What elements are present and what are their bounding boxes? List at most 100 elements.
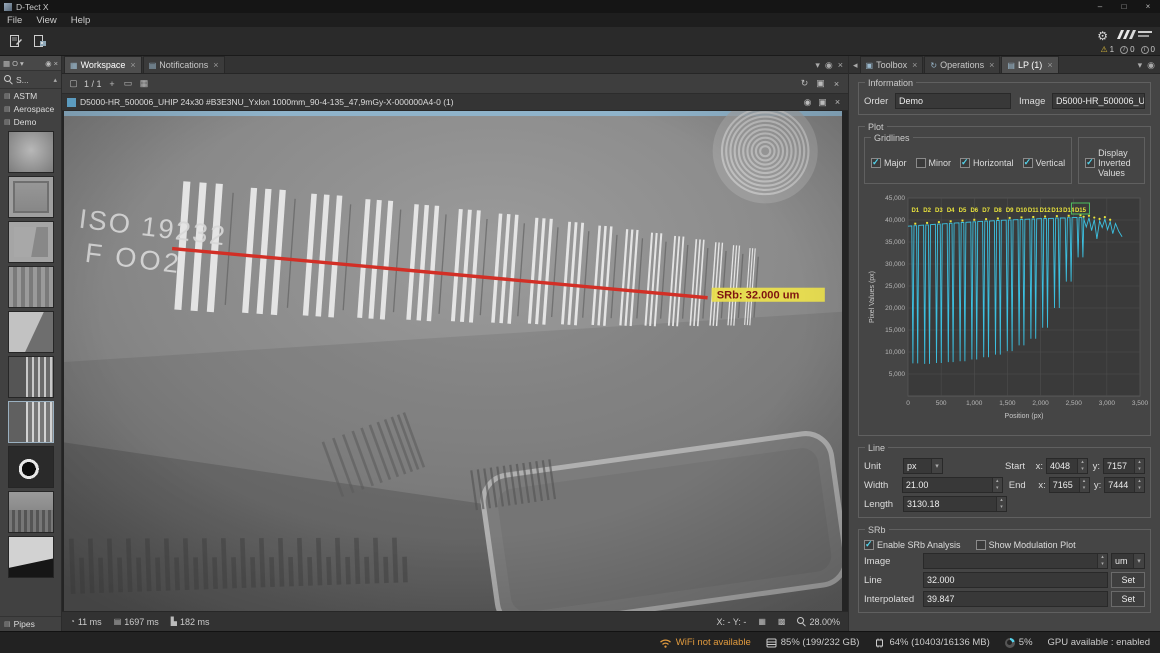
pin-icon[interactable]: ◉	[45, 59, 52, 68]
close-icon[interactable]: ×	[832, 97, 843, 107]
tab-close-icon[interactable]: ×	[989, 60, 994, 70]
info-badge[interactable]: i0	[1120, 45, 1134, 54]
checkbox-display-inverted[interactable]: Display Inverted Values	[1085, 148, 1138, 178]
spinner-arrows[interactable]: ▴▾	[1134, 478, 1144, 492]
checkbox-major[interactable]: Major	[871, 158, 907, 168]
length-input[interactable]: 3130.18▴▾	[903, 496, 1007, 512]
thumbnail-item-selected[interactable]	[8, 401, 54, 443]
thumbnail-item[interactable]	[8, 176, 54, 218]
tab-notifications[interactable]: ▤ Notifications ×	[143, 56, 225, 73]
report-edit-icon[interactable]	[5, 30, 27, 52]
image-export-icon[interactable]	[29, 30, 51, 52]
minimize-button[interactable]: –	[1088, 0, 1112, 13]
tab-toolbox[interactable]: ▣Toolbox×	[860, 56, 924, 73]
pin-icon[interactable]: ◉	[802, 97, 813, 108]
panel-close-icon[interactable]: ×	[54, 59, 58, 68]
menu-help[interactable]: Help	[64, 15, 98, 26]
tree-item-pipes[interactable]: ▤Pipes	[0, 616, 61, 631]
menu-view[interactable]: View	[29, 15, 63, 26]
xray-image[interactable]: ISO 19232 F OO2 SRb: 32.000 um	[64, 111, 842, 611]
srb-interpolated-field[interactable]: 39.847	[923, 591, 1108, 607]
unit-select[interactable]: px▾	[903, 458, 943, 474]
tab-scroll-left-icon[interactable]: ◂	[851, 60, 860, 71]
checkbox-vertical[interactable]: Vertical	[1023, 158, 1066, 168]
end-x-input[interactable]: 7165▴▾	[1049, 477, 1090, 493]
srb-image-select[interactable]: ▴▾	[923, 553, 1108, 569]
memory-status[interactable]: 64% (10403/16136 MB)	[874, 637, 989, 648]
tab-close-icon[interactable]: ×	[130, 60, 135, 70]
thumbnail-item[interactable]	[8, 131, 54, 173]
close-icon[interactable]: ×	[838, 60, 843, 70]
layout-icon[interactable]: ▢	[68, 78, 79, 89]
thumbnail-item[interactable]	[8, 311, 54, 353]
width-input[interactable]: 21.00▴▾	[902, 477, 1003, 493]
end-y-input[interactable]: 7444▴▾	[1104, 477, 1145, 493]
maximize-button[interactable]: □	[1112, 0, 1136, 13]
spinner-arrows[interactable]: ▴▾	[996, 497, 1006, 511]
thumbnail-item[interactable]	[8, 446, 54, 488]
spinner-arrows[interactable]: ▴▾	[1077, 459, 1087, 473]
notifications-icon: ▤	[149, 61, 157, 70]
checkbox-show-modulation[interactable]: Show Modulation Plot	[976, 540, 1076, 550]
start-y-input[interactable]: 7157▴▾	[1103, 458, 1145, 474]
chevron-down-icon[interactable]: ▾	[1138, 60, 1143, 71]
checkbox-enable-srb[interactable]: Enable SRb Analysis	[864, 540, 961, 550]
thumbnail-item[interactable]	[8, 536, 54, 578]
srb-line-set-button[interactable]: Set	[1111, 572, 1145, 588]
add-view-button[interactable]: +	[107, 79, 118, 89]
pin-icon[interactable]: ◉	[1147, 60, 1155, 71]
menu-file[interactable]: File	[0, 15, 29, 26]
fullscreen-icon[interactable]: ▣	[815, 78, 826, 89]
search-bar[interactable]: S... ▴	[0, 71, 61, 89]
spinner-arrows[interactable]: ▴▾	[992, 478, 1002, 492]
warning-badge[interactable]: ⚠1	[1100, 45, 1114, 54]
wifi-status[interactable]: WiFi not available	[659, 637, 751, 648]
message-badge[interactable]: i0	[1141, 45, 1155, 54]
grid-layout-icon[interactable]: ▦	[139, 78, 150, 89]
tree-item-astm[interactable]: ▤ASTM	[0, 89, 61, 102]
select-rect-icon[interactable]: ▭	[123, 78, 134, 89]
information-group-title: Information	[865, 78, 916, 88]
viewer-tab-title[interactable]: D5000-HR_500006_UHIP 24x30 #B3E3NU_Yxlon…	[80, 97, 798, 107]
tab-close-icon[interactable]: ×	[213, 60, 218, 70]
tree-item-aerospace[interactable]: ▤Aerospace	[0, 102, 61, 115]
tab-operations[interactable]: ↻Operations×	[924, 56, 1000, 73]
checkbox-horizontal[interactable]: Horizontal	[960, 158, 1014, 168]
order-field[interactable]: Demo	[895, 93, 1011, 109]
chevron-down-icon[interactable]: ▾	[815, 60, 820, 71]
grid-alt-icon[interactable]: ▩	[778, 617, 786, 626]
checkbox-minor[interactable]: Minor	[916, 158, 952, 168]
spinner-arrows[interactable]: ▴▾	[1079, 478, 1089, 492]
expand-icon[interactable]: ▴	[53, 76, 57, 84]
srb-interpolated-set-button[interactable]: Set	[1111, 591, 1145, 607]
thumbnail-item[interactable]	[8, 266, 54, 308]
tab-lp[interactable]: ▤LP (1)×	[1001, 56, 1058, 73]
thumbnail-item[interactable]	[8, 491, 54, 533]
cpu-status[interactable]: 5%	[1005, 637, 1033, 648]
disk-status[interactable]: 85% (199/232 GB)	[766, 637, 860, 648]
chevron-down-icon[interactable]: ▾	[20, 59, 24, 68]
close-icon[interactable]: ×	[831, 79, 842, 89]
search-input[interactable]: S...	[16, 75, 29, 85]
panel-grid-icon[interactable]: ▦	[3, 59, 10, 68]
close-button[interactable]: ×	[1136, 0, 1160, 13]
thumbnail-item[interactable]	[8, 356, 54, 398]
image-viewport[interactable]: ISO 19232 F OO2 SRb: 32.000 um	[62, 111, 848, 611]
tab-close-icon[interactable]: ×	[1047, 60, 1052, 70]
tab-close-icon[interactable]: ×	[912, 60, 917, 70]
thumbnail-item[interactable]	[8, 221, 54, 263]
start-x-input[interactable]: 4048▴▾	[1046, 458, 1088, 474]
settings-gear-icon[interactable]: ⚙	[1097, 30, 1108, 42]
spinner-arrows[interactable]: ▴▾	[1134, 459, 1144, 473]
pin-icon[interactable]: ◉	[825, 60, 833, 71]
grid-icon[interactable]: ▦	[758, 617, 766, 626]
refresh-icon[interactable]: ↻	[799, 78, 810, 89]
image-field[interactable]: D5000-HR_500006_UHIP 24x30 #B	[1052, 93, 1145, 109]
tab-workspace[interactable]: ▦ Workspace ×	[64, 56, 142, 73]
fullscreen-icon[interactable]: ▣	[817, 97, 828, 108]
zoom-control[interactable]: 28.00%	[797, 617, 840, 627]
spinner-arrows[interactable]: ▴▾	[1097, 554, 1107, 568]
srb-line-field[interactable]: 32.000	[923, 572, 1108, 588]
tree-item-demo[interactable]: ▤Demo	[0, 115, 61, 128]
srb-unit-select[interactable]: um▾	[1111, 553, 1145, 569]
